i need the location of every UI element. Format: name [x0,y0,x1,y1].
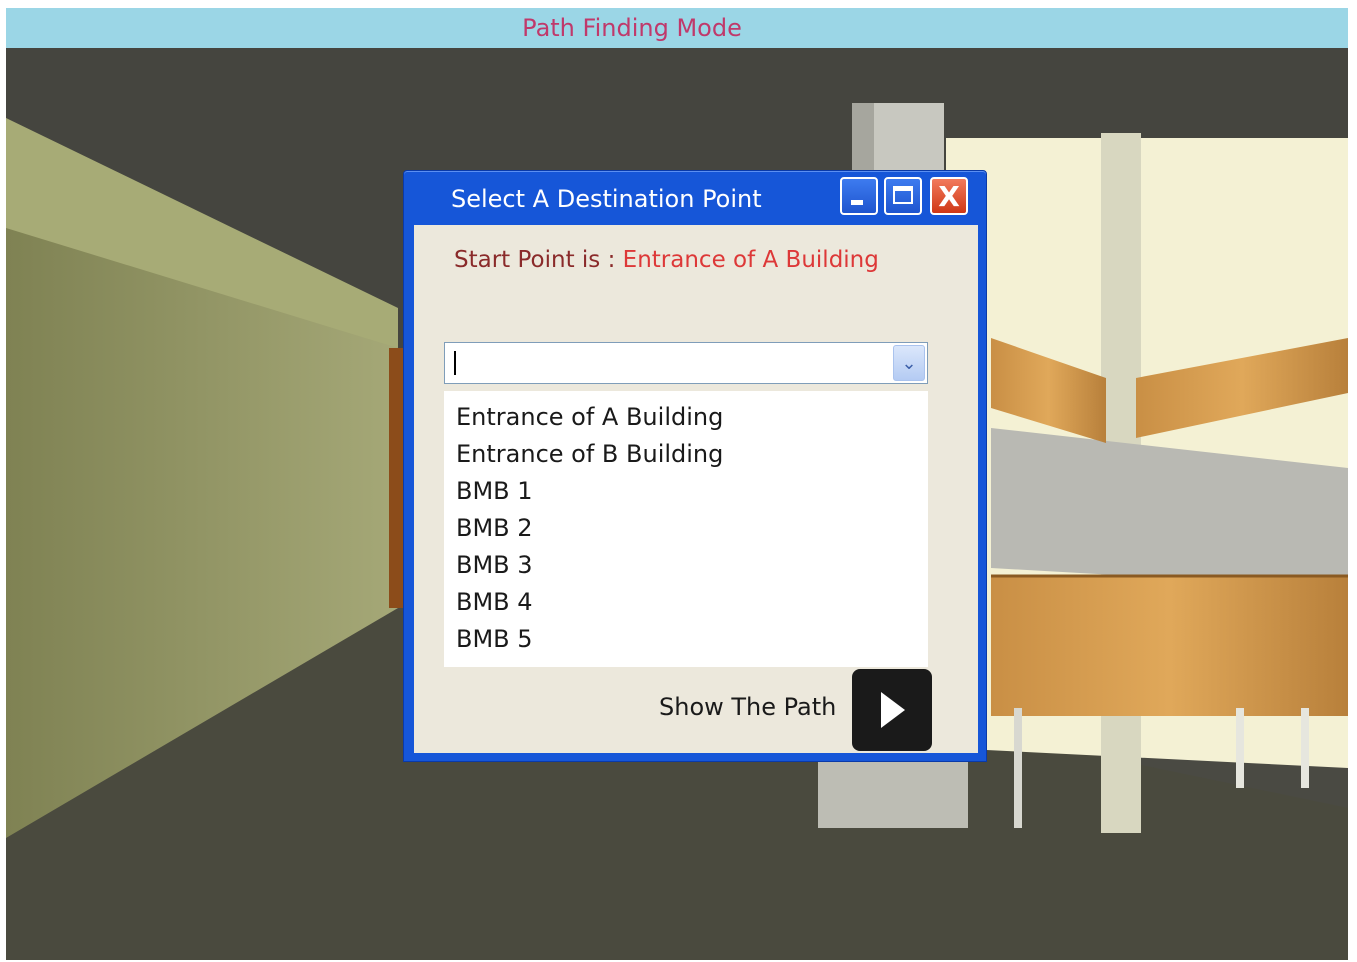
mode-title: Path Finding Mode [522,14,742,42]
destination-combobox[interactable]: ⌄ [444,342,928,384]
mode-header: Path Finding Mode [6,8,1348,48]
text-caret [454,351,456,375]
destination-option[interactable]: Entrance of B Building [444,436,928,473]
destination-option[interactable]: BMB 2 [444,510,928,547]
chevron-down-icon[interactable]: ⌄ [893,345,925,381]
wood-railing [991,576,1348,716]
destination-dialog: Select A Destination Point X Start Point… [403,170,987,762]
minimize-icon [851,200,863,205]
minimize-button[interactable] [840,177,878,215]
pole-2 [1236,708,1244,788]
play-icon [881,692,905,728]
start-point-value: Entrance of A Building [622,247,879,273]
destination-list: Entrance of A Building Entrance of B Bui… [444,391,928,667]
destination-option[interactable]: BMB 4 [444,584,928,621]
destination-option[interactable]: BMB 1 [444,473,928,510]
close-button[interactable]: X [930,177,968,215]
maximize-button[interactable] [884,177,922,215]
pole-3 [1301,708,1309,788]
start-point-row: Start Point is : Entrance of A Building [454,247,879,273]
app-window: Path Finding Mode Select A Destination P… [6,8,1348,960]
start-point-label: Start Point is : [454,247,616,273]
destination-option[interactable]: Entrance of A Building [444,399,928,436]
close-icon: X [938,179,960,213]
destination-option[interactable]: BMB 3 [444,547,928,584]
dialog-body: Start Point is : Entrance of A Building … [414,225,978,753]
show-path-label: Show The Path [659,693,837,721]
destination-option[interactable]: BMB 5 [444,621,928,658]
dialog-title: Select A Destination Point [451,185,762,213]
maximize-icon [893,186,913,204]
show-path-button[interactable] [852,669,932,751]
pole-1 [1014,708,1022,828]
